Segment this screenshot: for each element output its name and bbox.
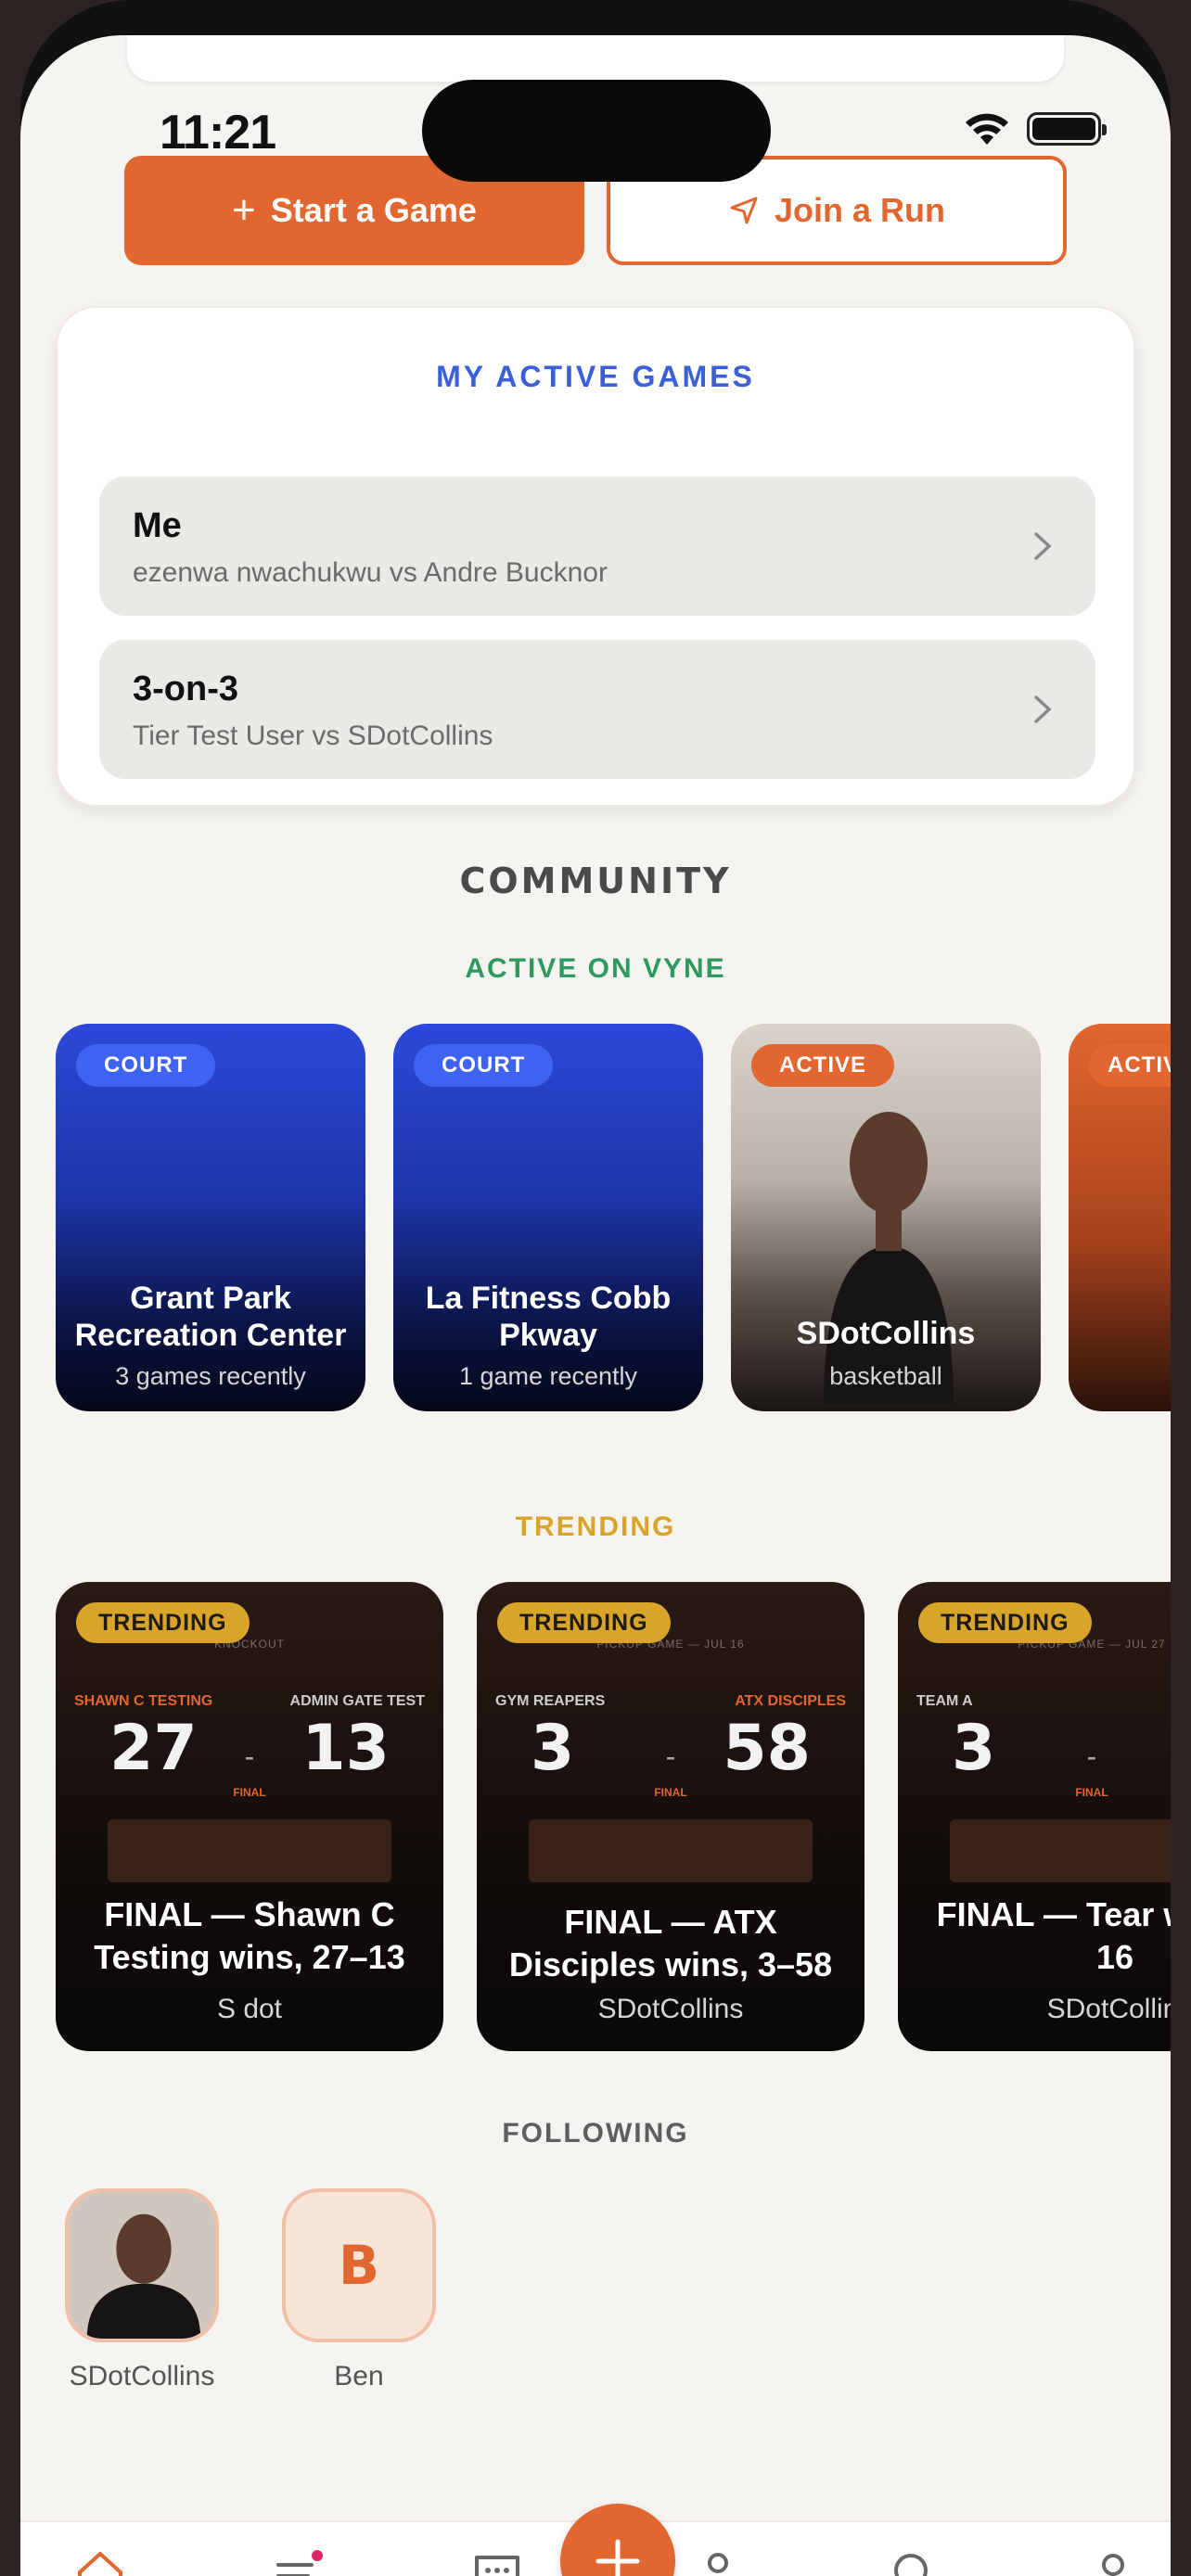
following-avatar[interactable] xyxy=(65,2188,219,2342)
battery-icon xyxy=(1027,112,1107,146)
active-badge: ACTIVE xyxy=(751,1044,895,1087)
game-subtitle: Tier Test User vs SDotCollins xyxy=(133,721,493,751)
active-game-row[interactable]: Me ezenwa nwachukwu vs Andre Bucknor xyxy=(99,477,1095,616)
user-tile[interactable]: ACTIVE SDotCollins basketball xyxy=(731,1024,1041,1411)
game-title: 3-on-3 xyxy=(133,670,238,708)
active-games-heading: MY ACTIVE GAMES xyxy=(436,360,755,393)
user-tile[interactable]: ACTIV b xyxy=(1069,1024,1171,1411)
active-badge: ACTIV xyxy=(1089,1044,1171,1087)
chevron-right-icon xyxy=(1034,695,1052,723)
dynamic-island xyxy=(422,80,771,182)
tile-name: La Fitness Cobb Pkway xyxy=(425,1281,672,1353)
active-on-heading: ACTIVE ON VYNE xyxy=(465,953,726,984)
team-a-label: GYM REAPERS xyxy=(495,1693,606,1709)
status-icons xyxy=(964,111,1107,147)
team-b-label: ADMIN GATE TEST xyxy=(289,1693,425,1709)
court-badge: COURT xyxy=(76,1044,216,1087)
navigation-arrow-icon xyxy=(730,197,758,224)
device-frame: 11:21 + Start a Game Join a Run MY ACTIV… xyxy=(20,0,1171,2576)
start-game-label: Start a Game xyxy=(270,191,477,229)
trending-card[interactable]: PICKUP GAME — JUL 16 GYM REAPERS ATX DIS… xyxy=(477,1582,864,2051)
home-icon[interactable] xyxy=(72,2546,128,2576)
tile-sub: basketball xyxy=(829,1362,942,1390)
final-label: FINAL xyxy=(654,1786,687,1799)
screen: 11:21 + Start a Game Join a Run MY ACTIV… xyxy=(20,35,1171,2576)
tile-sub: 1 game recently xyxy=(458,1362,638,1390)
court-badge: COURT xyxy=(414,1044,554,1087)
trending-author: SDotCollins xyxy=(597,1994,744,2024)
trending-headline: FINAL — Shawn C Testing wins, 27–13 xyxy=(94,1895,405,1976)
trending-card[interactable]: KNOCKOUT SHAWN C TESTING ADMIN GATE TEST… xyxy=(56,1582,443,2051)
game-title: Me xyxy=(133,506,182,545)
trending-card[interactable]: PICKUP GAME — JUL 27 TEAM A 3 - FINAL TR… xyxy=(898,1582,1171,2051)
score-b: 13 xyxy=(301,1712,390,1785)
add-button[interactable] xyxy=(560,2504,675,2576)
messages-icon[interactable] xyxy=(469,2546,525,2576)
player-of-game-box xyxy=(529,1819,813,1882)
final-label: FINAL xyxy=(233,1786,266,1799)
join-run-label: Join a Run xyxy=(774,191,945,229)
trending-heading: TRENDING xyxy=(515,1511,676,1542)
plus-icon: + xyxy=(232,187,256,233)
user-photo xyxy=(824,1112,954,1404)
active-games-card: MY ACTIVE GAMES Me ezenwa nwachukwu vs A… xyxy=(56,306,1135,807)
team-a-label: SHAWN C TESTING xyxy=(74,1693,213,1709)
tile-name: SDotCollins xyxy=(796,1316,976,1351)
active-game-row[interactable]: 3-on-3 Tier Test User vs SDotCollins xyxy=(99,640,1095,779)
court-tile[interactable]: COURT Grant Park Recreation Center 3 gam… xyxy=(56,1024,365,1411)
trending-badge: TRENDING xyxy=(76,1602,250,1643)
avatar-initial: B xyxy=(338,2234,380,2297)
following-name: Ben xyxy=(334,2361,384,2391)
feed-icon[interactable] xyxy=(271,2546,327,2576)
game-subtitle: ezenwa nwachukwu vs Andre Bucknor xyxy=(133,557,608,588)
following-avatar[interactable]: B xyxy=(282,2188,436,2342)
search-icon[interactable] xyxy=(887,2546,942,2576)
add-icon xyxy=(596,2539,640,2576)
player-of-game-box xyxy=(108,1819,391,1882)
trending-author: S dot xyxy=(216,1994,283,2024)
teams-icon[interactable] xyxy=(690,2546,746,2576)
player-of-game-box xyxy=(950,1819,1171,1882)
top-card-edge xyxy=(127,35,1064,82)
status-time: 11:21 xyxy=(160,106,276,159)
tile-sub: 3 games recently xyxy=(115,1362,306,1390)
score-dash: - xyxy=(1086,1740,1097,1773)
score-b: 58 xyxy=(723,1712,811,1785)
wifi-icon xyxy=(966,113,1008,145)
trending-headline: FINAL — ATX Disciples wins, 3–58 xyxy=(508,1903,833,1983)
following-heading: FOLLOWING xyxy=(502,2118,689,2149)
trending-badge: TRENDING xyxy=(918,1602,1092,1643)
chevron-right-icon xyxy=(1034,532,1052,560)
trending-headline: FINAL — Tear wins, 3–16 xyxy=(936,1895,1171,1976)
court-tile[interactable]: COURT La Fitness Cobb Pkway 1 game recen… xyxy=(393,1024,703,1411)
trending-author: SDotCollins xyxy=(1046,1994,1171,2024)
tile-name: Grant Park Recreation Center xyxy=(74,1281,347,1353)
following-name: SDotCollins xyxy=(69,2361,215,2391)
final-label: FINAL xyxy=(1075,1786,1108,1799)
avatar-photo xyxy=(69,2192,215,2339)
trending-badge: TRENDING xyxy=(497,1602,671,1643)
team-a-label: TEAM A xyxy=(916,1693,973,1709)
community-heading: COMMUNITY xyxy=(459,861,732,901)
profile-icon[interactable] xyxy=(1085,2546,1141,2576)
team-b-label: ATX DISCIPLES xyxy=(735,1693,846,1709)
